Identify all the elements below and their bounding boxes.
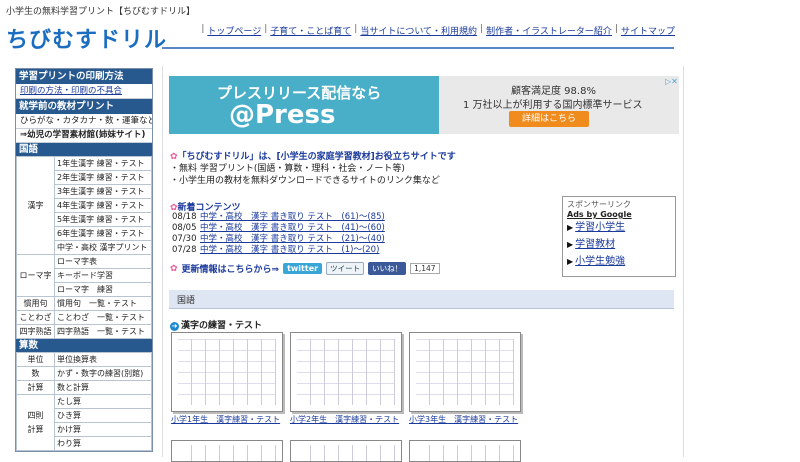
twitter-button[interactable]: twitter xyxy=(283,263,323,274)
sidebar-item-division[interactable]: わり算 xyxy=(54,436,152,451)
like-button[interactable]: いいね！ xyxy=(368,262,407,275)
sidebar-head-sansu: 算数 xyxy=(16,339,152,352)
sidebar-item-proverb[interactable]: ことわざ 一覧・テスト xyxy=(54,310,152,325)
intro-line-2: ・小学生用の教材を無料ダウンロードできるサイトのリンク集など xyxy=(170,176,440,186)
thumb-row2[interactable] xyxy=(171,440,283,462)
ad-subtitle: 1 万社以上が利用する国内標準サービス xyxy=(463,100,643,111)
sidebar-head-kokugo: 国語 xyxy=(16,143,152,156)
triangle-icon: ▶ xyxy=(567,223,574,232)
sidebar-item-romaji-practice[interactable]: ローマ字 練習 xyxy=(54,282,152,297)
news-row: 08/18 中学・高校 漢字 書き取り テスト (61)～(85) xyxy=(172,212,385,222)
sidebar-item-number[interactable]: かず・数字の練習(別館) xyxy=(54,366,152,381)
site-logo[interactable]: ちびむすドリル xyxy=(6,22,167,54)
sidebar-item-keyboard[interactable]: キーボード学習 xyxy=(54,268,152,283)
sidebar-item-sister-site[interactable]: ⇒幼児の学習素材館(姉妹サイト) xyxy=(16,129,152,143)
sidebar-item-multiplication[interactable]: かけ算 xyxy=(54,422,152,437)
sidebar-item-kanji-hs[interactable]: 中学・高校 漢字プリント xyxy=(54,240,152,255)
category-unit: 単位 xyxy=(16,352,55,367)
sidebar-item-hiragana[interactable]: ひらがな・カタカナ・数・運筆など xyxy=(16,115,152,129)
top-caption: 小学生の無料学習プリント【ちびむすドリル】 xyxy=(6,7,196,17)
ad-banner[interactable]: プレスリリース配信なら @Press 顧客満足度 98.8% 1 万社以上が利用… xyxy=(169,76,679,134)
sidebar-item-unit[interactable]: 単位換算表 xyxy=(54,352,152,367)
thumb-row2[interactable] xyxy=(409,440,521,462)
thumb-grade1[interactable] xyxy=(171,332,283,412)
sponsor-link[interactable]: ▶ 小学生勉強 xyxy=(563,253,675,270)
kokugo-table: 漢字 1年生漢字 練習・テスト 2年生漢字 練習・テスト 3年生漢字 練習・テス… xyxy=(16,156,152,339)
news-link[interactable]: 中学・高校 漢字 書き取り テスト (21)～(40) xyxy=(200,234,385,244)
thumb-grade2[interactable] xyxy=(290,332,402,412)
triangle-icon: ▶ xyxy=(567,240,574,249)
kanji-heading: ➜ 漢字の練習・テスト xyxy=(170,321,263,331)
sidebar-item-kanji-2[interactable]: 2年生漢字 練習・テスト xyxy=(54,170,152,185)
ad-right-panel: 顧客満足度 98.8% 1 万社以上が利用する国内標準サービス 詳細はこちら ▷… xyxy=(439,76,679,134)
sidebar-item-addition[interactable]: たし算 xyxy=(54,394,152,409)
news-link[interactable]: 中学・高校 漢字 書き取り テスト (41)～(60) xyxy=(200,223,385,233)
update-text: 更新情報はこちらから⇒ xyxy=(181,265,280,275)
update-row: ✿ 更新情報はこちらから⇒ twitter ツイート いいね！ 1,147 xyxy=(170,262,440,275)
sidebar-item-kanji-1[interactable]: 1年生漢字 練習・テスト xyxy=(54,156,152,171)
sidebar-item-kanji-6[interactable]: 6年生漢字 練習・テスト xyxy=(54,226,152,241)
category-kanji: 漢字 xyxy=(16,156,55,255)
category-proverb: ことわざ xyxy=(16,310,55,325)
header-divider xyxy=(162,47,674,49)
ad-brand: @Press xyxy=(229,100,336,130)
sidebar-item-idiom[interactable]: 慣用句 一覧・テスト xyxy=(54,296,152,311)
sponsor-heading: スポンサーリンク xyxy=(567,200,631,209)
sponsor-link[interactable]: ▶ 学習小学生 xyxy=(563,219,675,236)
intro-line-1: ・無料 学習プリント(国語・算数・理科・社会・ノート等) xyxy=(170,164,405,174)
ad-satisfaction: 顧客満足度 98.8% xyxy=(511,86,596,97)
news-link[interactable]: 中学・高校 漢字 書き取り テスト (1)～(20) xyxy=(200,245,379,255)
nav-top[interactable]: トップページ xyxy=(207,24,261,37)
nav-about[interactable]: 当サイトについて・利用規約 xyxy=(360,24,477,37)
sidebar-head-print: 学習プリントの印刷方法 xyxy=(16,69,152,85)
thumb-row2[interactable] xyxy=(290,440,402,462)
thumb-label-grade3[interactable]: 小学3年生 漢字練習・テスト xyxy=(409,414,518,425)
intro-title: 「ちびむすドリル」は、[小学生の家庭学習教材]お役立ちサイトです xyxy=(177,152,456,162)
like-count: 1,147 xyxy=(410,263,440,274)
ad-close-icon[interactable]: ▷✕ xyxy=(665,77,678,87)
sponsor-link[interactable]: ▶ 学習教材 xyxy=(563,236,675,253)
sidebar-head-preschool: 就学前の教材プリント xyxy=(16,99,152,115)
intro-block: ✿「ちびむすドリル」は、[小学生の家庭学習教材]お役立ちサイトです ・無料 学習… xyxy=(170,151,456,187)
sidebar-item-yojijukugo[interactable]: 四字熟語 一覧・テスト xyxy=(54,324,152,339)
sidebar: 学習プリントの印刷方法 印刷の方法・印刷の不具合 就学前の教材プリント ひらがな… xyxy=(15,68,153,452)
thumb-label-grade2[interactable]: 小学2年生 漢字練習・テスト xyxy=(290,414,399,425)
category-shisoku: 四則 計算 xyxy=(16,394,55,451)
news-list: 08/18 中学・高校 漢字 書き取り テスト (61)～(85) 08/05 中学… xyxy=(172,212,385,256)
triangle-icon: ▶ xyxy=(567,257,574,266)
sidebar-item-kanji-5[interactable]: 5年生漢字 練習・テスト xyxy=(54,212,152,227)
nav-creators[interactable]: 制作者・イラストレーター紹介 xyxy=(486,24,612,37)
arrow-right-icon: ➜ xyxy=(170,322,179,331)
top-navigation: | トップページ | 子育て・ことば育て | 当サイトについて・利用規約 | 制作者・イ… xyxy=(201,24,675,37)
nav-parenting[interactable]: 子育て・ことば育て xyxy=(270,24,351,37)
tweet-button[interactable]: ツイート xyxy=(326,262,365,275)
category-idiom: 慣用句 xyxy=(16,296,55,311)
news-row: 07/30 中学・高校 漢字 書き取り テスト (21)～(40) xyxy=(172,234,385,244)
sidebar-item-subtraction[interactable]: ひき算 xyxy=(54,408,152,423)
sidebar-item-kanji-3[interactable]: 3年生漢字 練習・テスト xyxy=(54,184,152,199)
flower-icon: ✿ xyxy=(170,263,178,274)
sansu-table: 単位 単位換算表 数 かず・数字の練習(別館) 計算 数と計算 四則 計算 たし… xyxy=(16,352,152,451)
flower-icon: ✿ xyxy=(170,152,178,162)
ads-by-google[interactable]: Ads by Google xyxy=(563,210,675,219)
sponsor-box: スポンサーリンク Ads by Google ▶ 学習小学生 ▶ 学習教材 ▶ 小学生… xyxy=(562,196,676,277)
category-calc: 計算 xyxy=(16,380,55,395)
ad-detail-button[interactable]: 詳細はこちら xyxy=(509,111,589,127)
category-number: 数 xyxy=(16,366,55,381)
ad-left-panel: プレスリリース配信なら @Press xyxy=(169,76,439,134)
news-row: 07/28 中学・高校 漢字 書き取り テスト (1)～(20) xyxy=(172,245,380,255)
sidebar-item-romaji-table[interactable]: ローマ字表 xyxy=(54,254,152,269)
sidebar-item-kanji-4[interactable]: 4年生漢字 練習・テスト xyxy=(54,198,152,213)
section-bar-kokugo: 国語 xyxy=(169,290,674,309)
category-yojijukugo: 四字熟語 xyxy=(16,324,55,339)
thumb-grade3[interactable] xyxy=(409,332,521,412)
sidebar-item-calc[interactable]: 数と計算 xyxy=(54,380,152,395)
news-row: 08/05 中学・高校 漢字 書き取り テスト (41)～(60) xyxy=(172,223,385,233)
thumb-label-grade1[interactable]: 小学1年生 漢字練習・テスト xyxy=(171,414,280,425)
sidebar-item-print-method[interactable]: 印刷の方法・印刷の不具合 xyxy=(16,85,152,99)
nav-sitemap[interactable]: サイトマップ xyxy=(621,24,675,37)
category-romaji: ローマ字 xyxy=(16,254,55,297)
news-link[interactable]: 中学・高校 漢字 書き取り テスト (61)～(85) xyxy=(200,212,385,222)
